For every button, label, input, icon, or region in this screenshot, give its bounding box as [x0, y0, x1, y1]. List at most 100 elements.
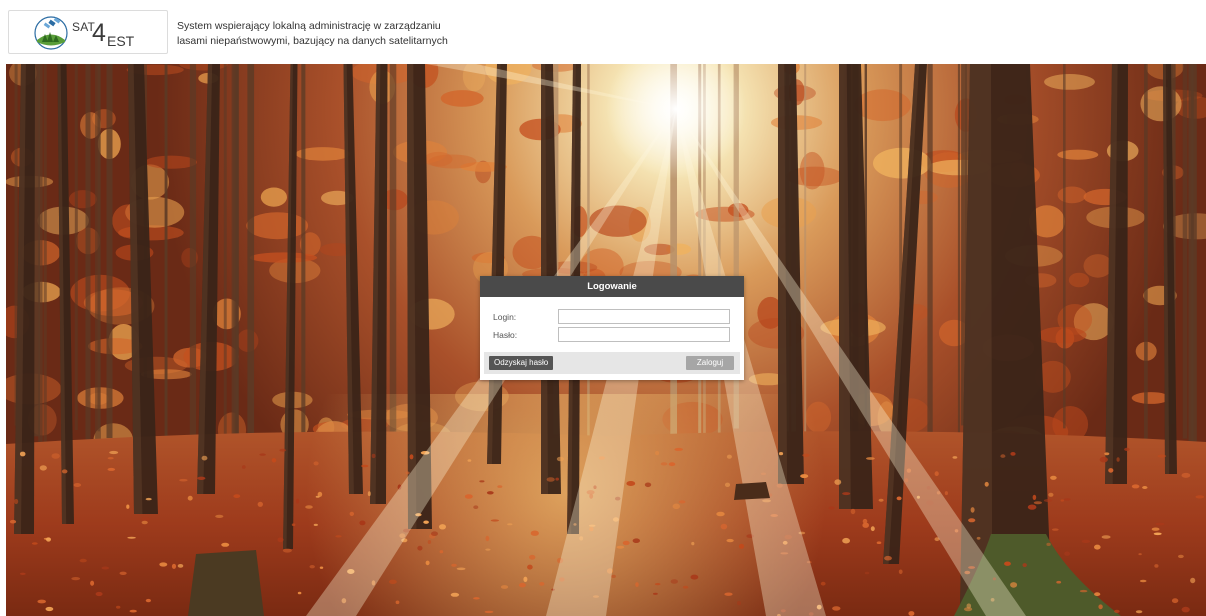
fallen-leaf [850, 508, 856, 515]
login-label: Login: [493, 312, 517, 322]
fallen-leaf [127, 536, 136, 539]
fallen-leaf [1157, 454, 1167, 458]
fallen-leaf [944, 491, 949, 496]
foliage-clump [249, 252, 318, 263]
fallen-leaf [291, 523, 296, 526]
fallen-leaf [257, 501, 263, 507]
fallen-leaf [654, 583, 661, 586]
fallen-leaf [431, 531, 438, 536]
fallen-leaf [1048, 492, 1054, 497]
fallen-leaf [691, 541, 695, 546]
fallen-leaf [523, 576, 528, 582]
fallen-leaf [45, 606, 54, 612]
fallen-leaf [315, 495, 320, 498]
fallen-leaf [898, 569, 903, 575]
fallen-leaf [485, 548, 491, 551]
password-label: Hasło: [493, 330, 518, 340]
fallen-leaf [678, 500, 686, 504]
fallen-leaf [171, 563, 177, 569]
fallen-leaf [842, 492, 851, 496]
fallen-leaf [834, 479, 842, 485]
password-input[interactable] [558, 327, 730, 342]
fallen-leaf [870, 526, 875, 532]
fallen-leaf [359, 520, 366, 526]
fallen-leaf [473, 505, 479, 510]
fallen-leaf [737, 601, 741, 606]
fallen-leaf [389, 579, 397, 584]
tree-trunk [231, 64, 239, 453]
fallen-leaf [19, 451, 26, 457]
fallen-leaf [862, 518, 868, 524]
fallen-leaf [1124, 447, 1130, 451]
fallen-leaf [179, 478, 188, 482]
fallen-leaf [201, 455, 208, 461]
fallen-leaf [632, 538, 640, 543]
fallen-leaf [738, 543, 745, 549]
tree-trunk [247, 64, 255, 448]
fallen-leaf [451, 563, 457, 567]
fallen-leaf [828, 506, 835, 510]
tree-trunk [95, 64, 101, 451]
fallen-leaf [726, 454, 732, 459]
fallen-leaf [616, 545, 625, 549]
fallen-leaf [464, 494, 473, 499]
fallen-leaf [539, 582, 545, 586]
fallen-leaf [95, 591, 103, 597]
tree-trunk [1144, 64, 1148, 452]
satellite-forest-emblem-icon [34, 16, 68, 50]
fallen-leaf [964, 607, 973, 612]
login-input[interactable] [558, 309, 730, 324]
fallen-leaf [129, 609, 137, 613]
fallen-leaf [644, 482, 652, 488]
fallen-leaf [1114, 609, 1120, 614]
tree-trunk [106, 64, 113, 439]
foliage-clump [1044, 74, 1095, 90]
fallen-leaf [778, 452, 784, 456]
fallen-leaf [221, 542, 230, 547]
tree-trunk [301, 64, 306, 436]
fallen-leaf [908, 611, 915, 616]
fallen-leaf [1033, 501, 1042, 505]
fallen-leaf [1181, 606, 1190, 613]
fallen-leaf [423, 520, 429, 524]
fallen-leaf [500, 585, 509, 589]
fallen-leaf [1010, 582, 1018, 588]
fallen-leaf [934, 471, 939, 477]
tree-trunk [1063, 64, 1066, 429]
header: SAT 4 EST System wspierający lokalną adm… [0, 0, 1206, 64]
tree-stump [734, 482, 770, 500]
fallen-leaf [141, 520, 148, 525]
fallen-leaf [1155, 522, 1165, 526]
fallen-leaf [529, 554, 536, 560]
fallen-leaf [90, 580, 95, 586]
fallen-leaf [1000, 454, 1006, 458]
tree-trunk [927, 64, 933, 444]
fallen-leaf [233, 494, 241, 498]
fallen-leaf [450, 592, 460, 597]
login-title: Logowanie [480, 276, 744, 297]
fallen-leaf [672, 503, 680, 510]
fallen-leaf [19, 572, 26, 575]
fallen-leaf [126, 504, 130, 509]
fallen-leaf [1094, 544, 1101, 550]
fallen-leaf [456, 567, 466, 571]
tagline: System wspierający lokalną administrację… [177, 19, 448, 49]
tree-trunk [189, 64, 197, 442]
tree-trunk [389, 64, 397, 432]
fallen-leaf [518, 582, 526, 588]
fallen-leaf [305, 505, 313, 509]
foliage-clump [68, 190, 97, 209]
fallen-leaf [371, 453, 376, 459]
logo[interactable]: SAT 4 EST [8, 10, 168, 54]
fallen-leaf [116, 605, 121, 609]
fallen-leaf [215, 514, 224, 518]
tagline-line-1: System wspierający lokalną administrację… [177, 20, 441, 32]
fallen-leaf [724, 592, 733, 596]
fallen-leaf [484, 610, 494, 614]
fallen-leaf [497, 485, 503, 488]
fallen-leaf [556, 456, 565, 462]
fallen-leaf [1056, 580, 1062, 584]
fallen-leaf [101, 566, 110, 570]
login-button[interactable]: Zaloguj [686, 356, 734, 370]
recover-password-button[interactable]: Odzyskaj hasło [489, 356, 554, 370]
